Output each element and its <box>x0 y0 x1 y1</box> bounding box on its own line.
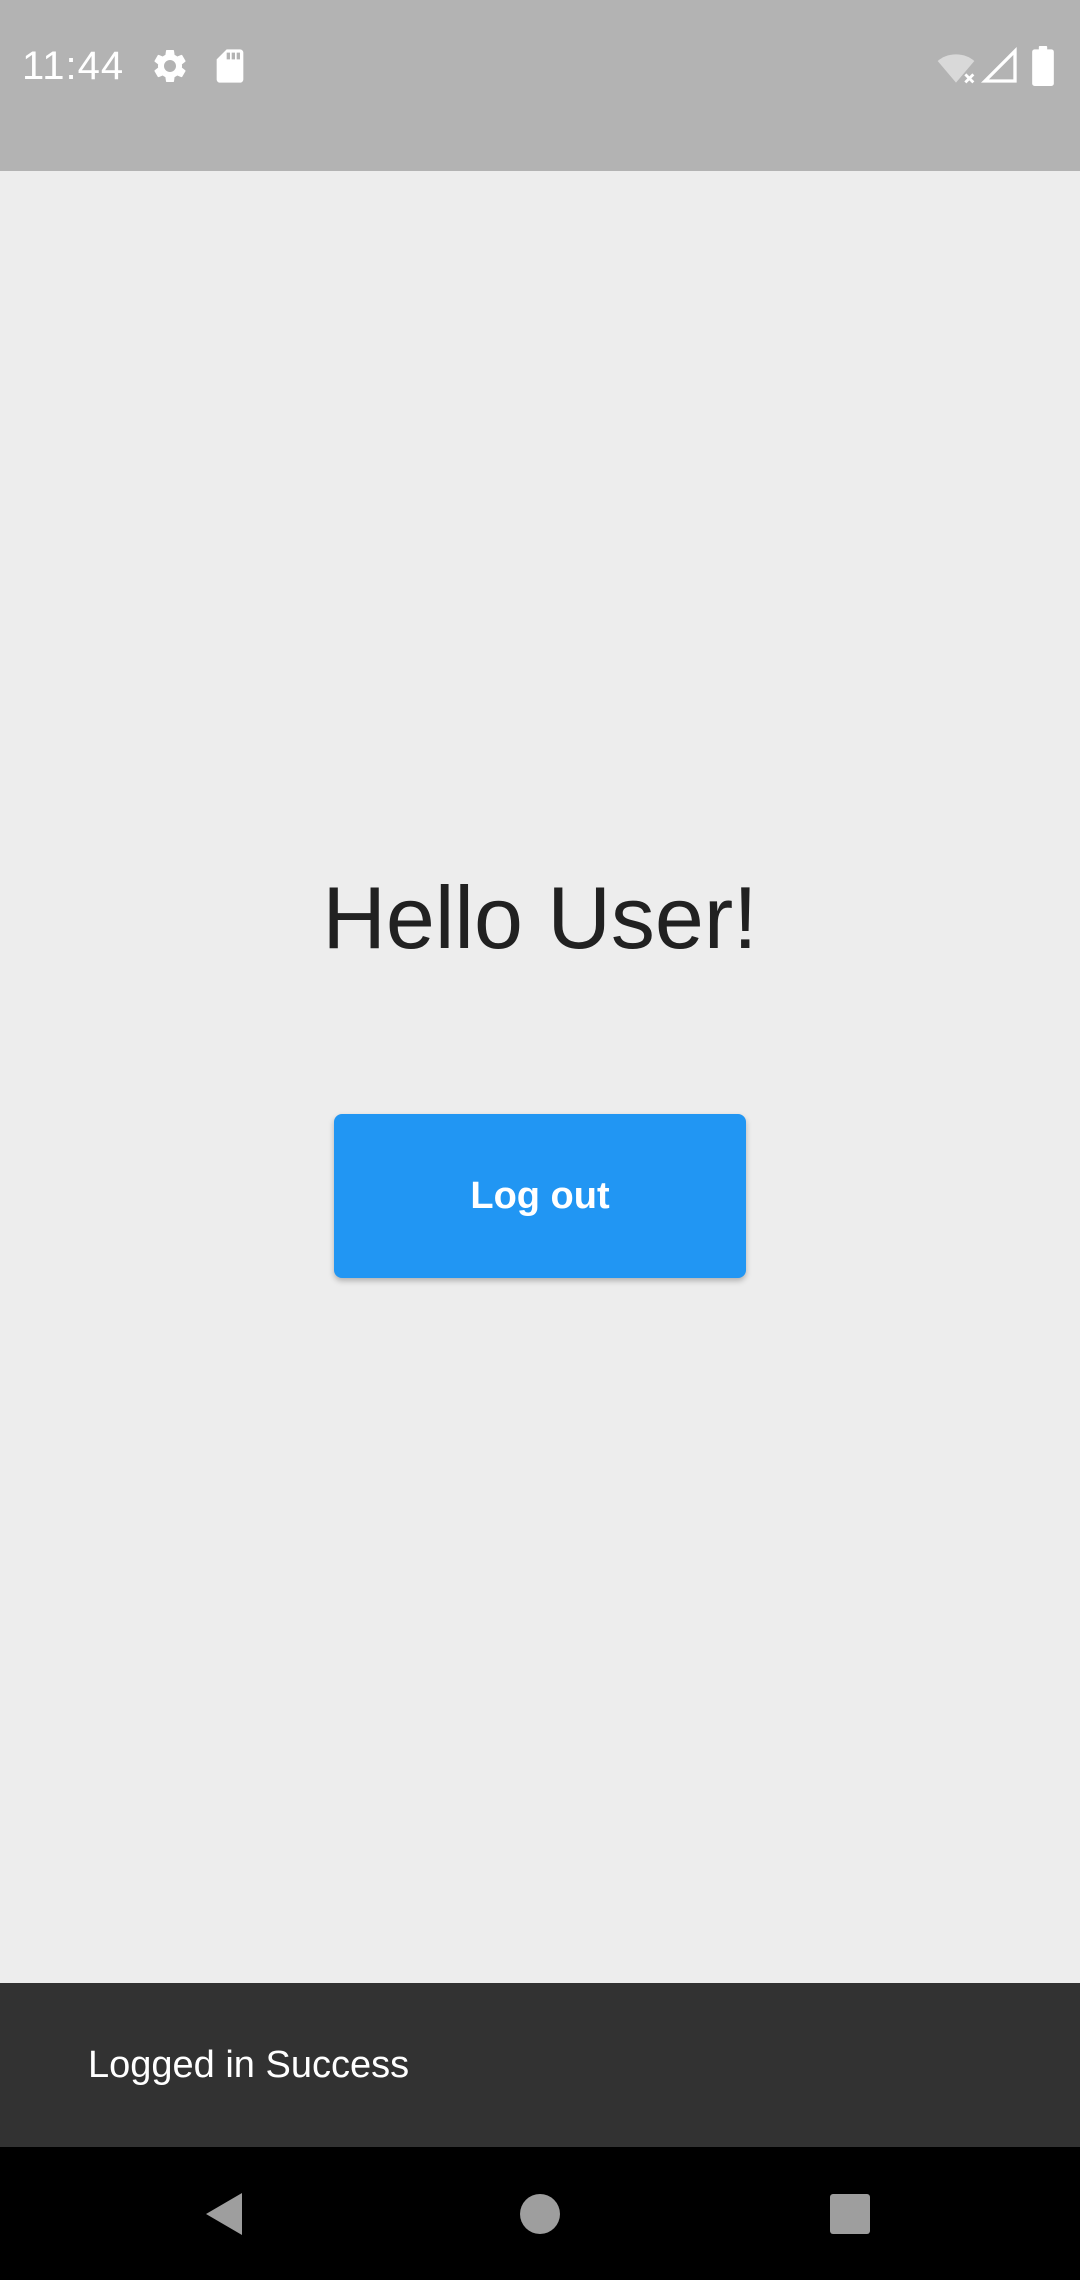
back-icon[interactable] <box>165 2147 285 2280</box>
status-time: 11:44 <box>22 44 125 88</box>
navigation-bar <box>0 2147 1080 2280</box>
main-content: Hello User! Log out <box>0 171 1080 1983</box>
recents-icon[interactable] <box>790 2147 910 2280</box>
cell-signal-icon <box>980 46 1020 86</box>
greeting-title: Hello User! <box>322 868 758 967</box>
home-icon[interactable] <box>480 2147 600 2280</box>
sd-card-icon <box>210 46 250 86</box>
battery-icon <box>1030 46 1056 86</box>
wifi-off-icon <box>936 46 976 86</box>
snackbar: Logged in Success <box>0 1983 1080 2147</box>
snackbar-message: Logged in Success <box>88 2044 410 2086</box>
logout-button[interactable]: Log out <box>334 1114 746 1278</box>
status-bar: 11:44 <box>0 0 1080 171</box>
settings-icon <box>150 46 190 86</box>
